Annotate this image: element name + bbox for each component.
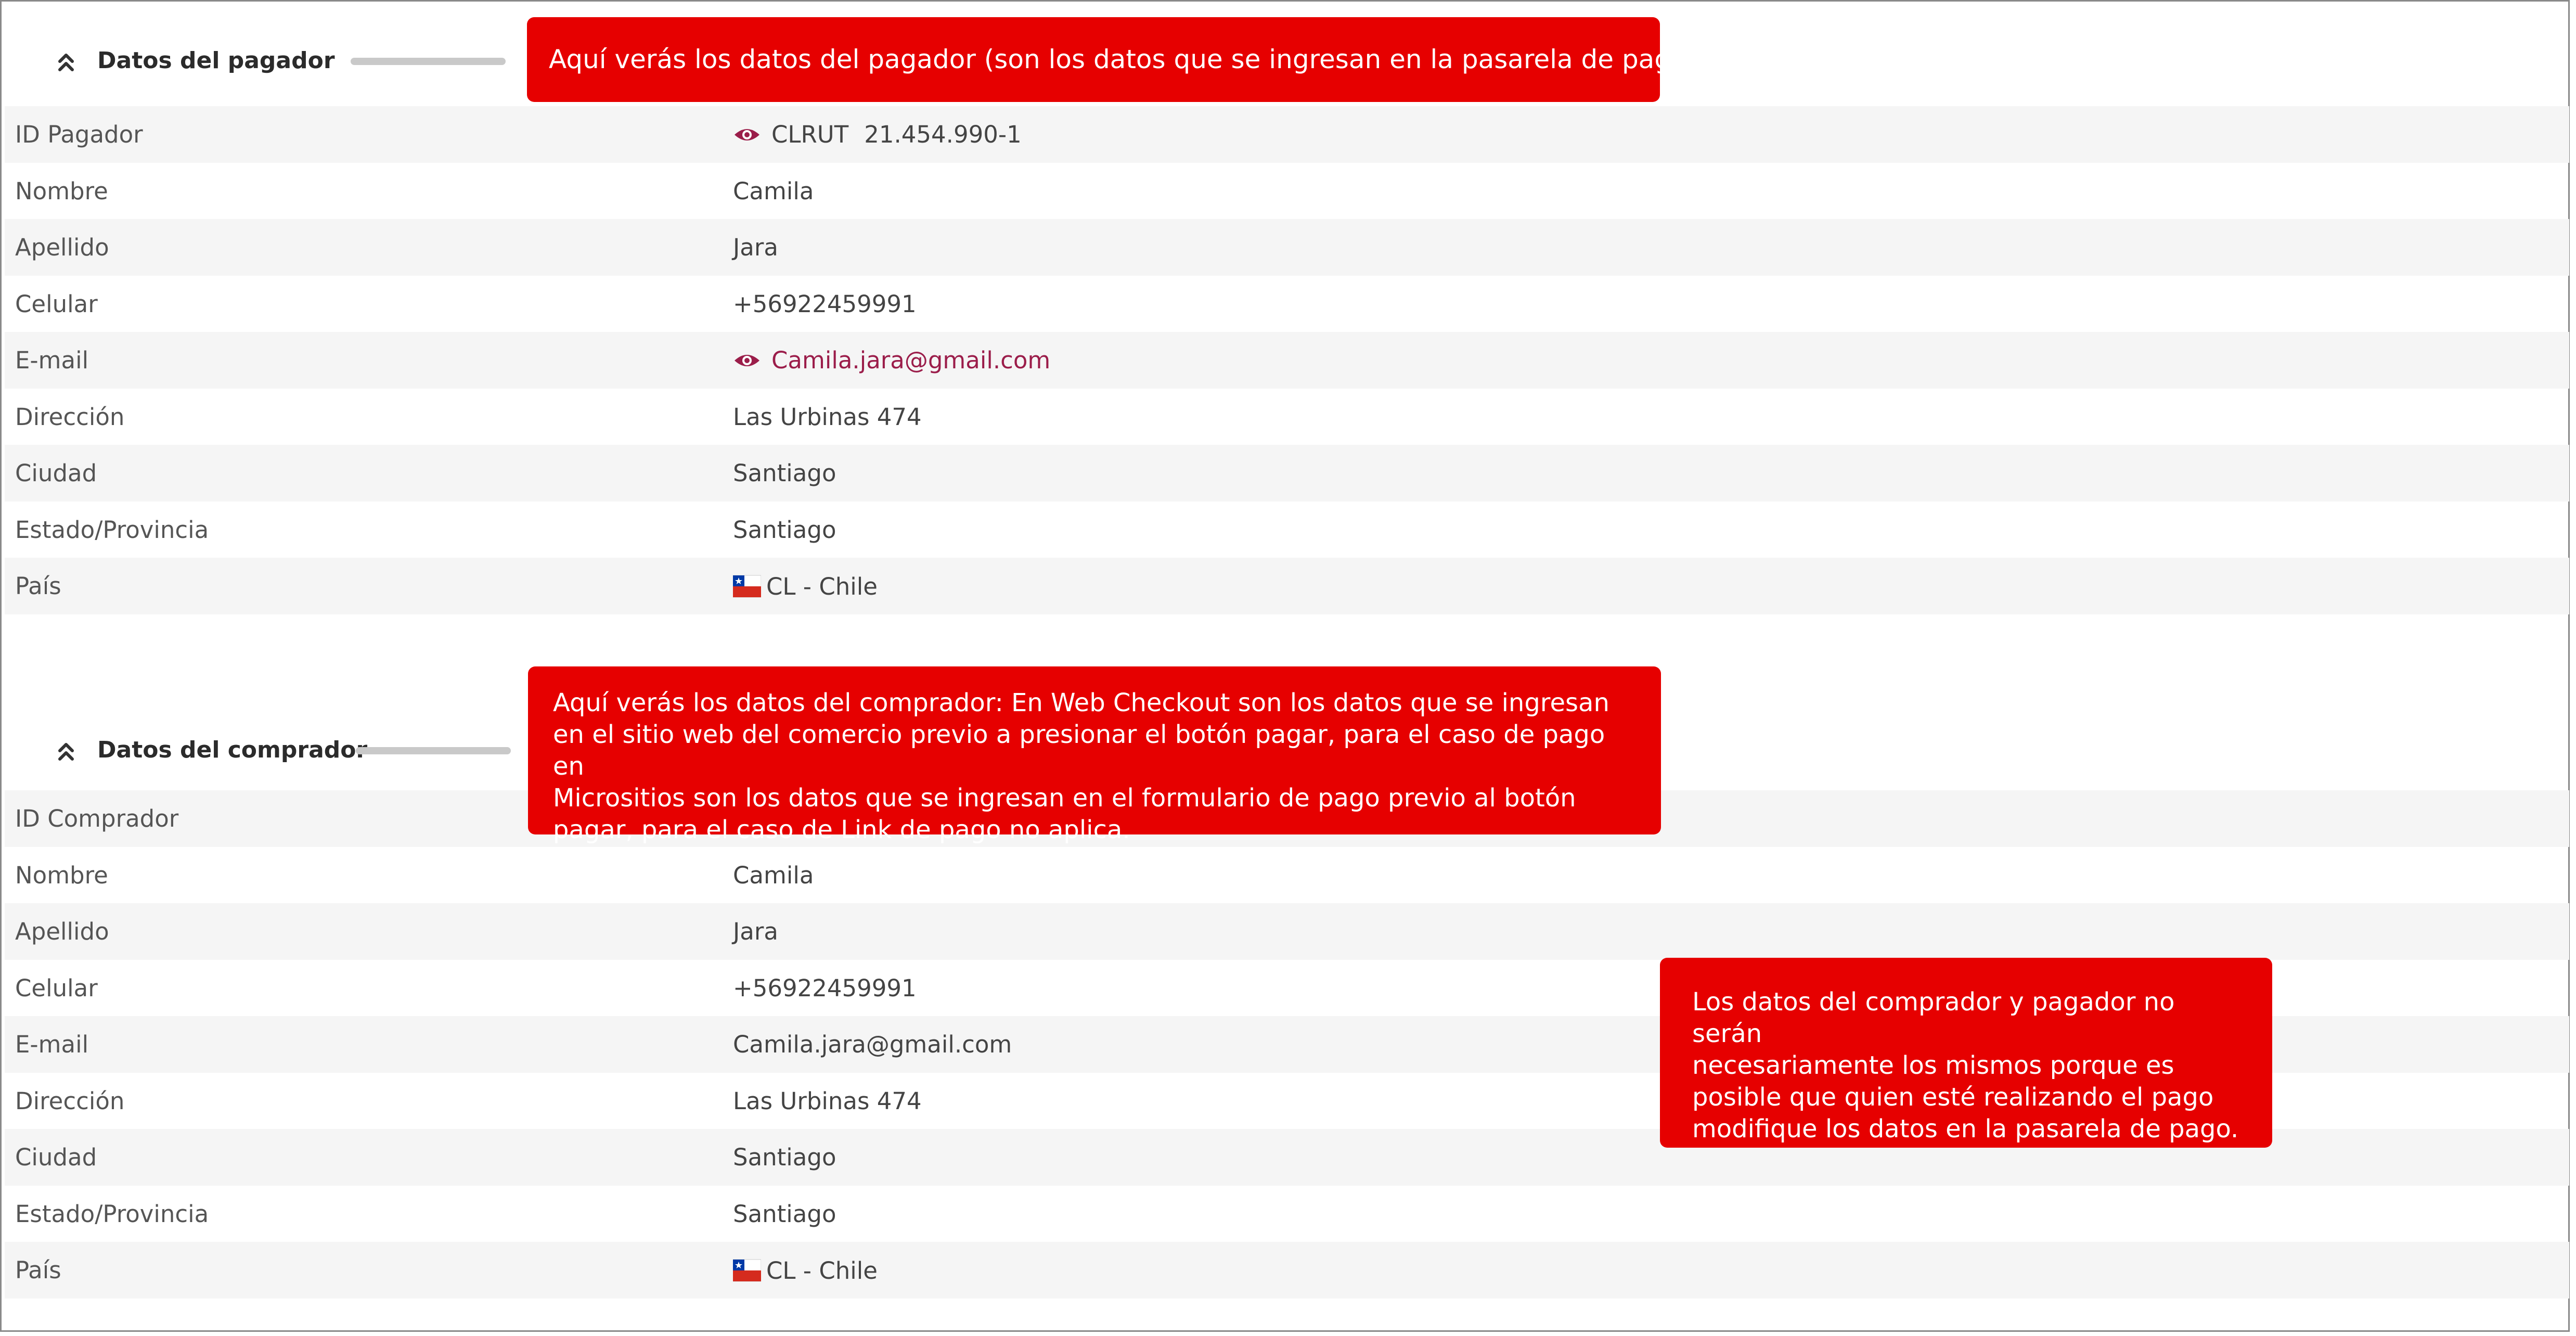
row-value: Santiago	[733, 1144, 836, 1171]
document-number: 21.454.990-1	[864, 121, 1022, 148]
payer-row-estado: Estado/Provincia Santiago	[5, 502, 2569, 558]
payer-row-ciudad: Ciudad Santiago	[5, 445, 2569, 502]
row-value: CL - Chile	[733, 1256, 878, 1284]
row-label: País	[15, 572, 61, 600]
payer-row-apellido: Apellido Jara	[5, 219, 2569, 276]
row-value: Santiago	[733, 459, 836, 487]
row-value: Las Urbinas 474	[733, 1087, 922, 1115]
page-frame: Datos del pagador ID Pagador CLRUT 21.45…	[0, 0, 2570, 1332]
payer-row-direccion: Dirección Las Urbinas 474	[5, 389, 2569, 445]
row-label: Celular	[15, 974, 98, 1002]
callout-line: Los datos del comprador y pagador no ser…	[1692, 987, 2175, 1048]
row-value: CLRUT 21.454.990-1	[733, 121, 1022, 148]
document-type: CLRUT	[771, 121, 849, 148]
row-label: Nombre	[15, 861, 108, 889]
row-label: País	[15, 1256, 61, 1284]
country-name: CL - Chile	[766, 1256, 878, 1284]
country-name: CL - Chile	[766, 572, 878, 600]
row-label: Estado/Provincia	[15, 1200, 209, 1228]
row-value: Santiago	[733, 1200, 836, 1228]
row-label: Dirección	[15, 403, 125, 431]
buyer-row-pais: País CL - Chile	[5, 1242, 2569, 1299]
callout-line: pagar, para el caso de Link de pago no a…	[553, 815, 1130, 844]
row-label: ID Comprador	[15, 805, 179, 832]
difference-callout: Los datos del comprador y pagador no ser…	[1660, 958, 2272, 1148]
buyer-row-estado: Estado/Provincia Santiago	[5, 1186, 2569, 1242]
section-divider	[351, 58, 506, 65]
callout-line: en el sitio web del comercio previo a pr…	[553, 720, 1605, 781]
row-label: Ciudad	[15, 1144, 97, 1171]
callout-line: posible que quien esté realizando el pag…	[1692, 1083, 2214, 1112]
row-value: CL - Chile	[733, 572, 878, 600]
email-link[interactable]: Camila.jara@gmail.com	[771, 346, 1050, 374]
row-label: Estado/Provincia	[15, 516, 209, 544]
row-value: Santiago	[733, 516, 836, 544]
section-divider	[356, 747, 511, 754]
collapse-chevron-icon[interactable]	[56, 740, 76, 763]
payer-row-id: ID Pagador CLRUT 21.454.990-1	[5, 106, 2569, 163]
payer-row-celular: Celular +56922459991	[5, 276, 2569, 332]
buyer-callout: Aquí verás los datos del comprador: En W…	[528, 666, 1661, 844]
row-value: Las Urbinas 474	[733, 403, 922, 431]
row-label: ID Pagador	[15, 121, 143, 148]
eye-icon[interactable]	[733, 352, 761, 369]
row-value: Jara	[733, 918, 778, 945]
callout-line: modifique los datos en la pasarela de pa…	[1692, 1114, 2239, 1144]
eye-icon[interactable]	[733, 126, 761, 144]
payer-section: Datos del pagador ID Pagador CLRUT 21.45…	[5, 22, 2569, 614]
row-label: Ciudad	[15, 459, 97, 487]
collapse-chevron-icon[interactable]	[56, 51, 76, 74]
callout-line: necesariamente los mismos porque es	[1692, 1051, 2174, 1080]
chile-flag-icon	[733, 575, 761, 598]
row-label: Celular	[15, 290, 98, 318]
payer-row-pais: País CL - Chile	[5, 558, 2569, 614]
payer-row-email: E-mail Camila.jara@gmail.com	[5, 332, 2569, 389]
buyer-section-title: Datos del comprador	[97, 737, 368, 763]
row-label: Apellido	[15, 234, 109, 261]
row-label: E-mail	[15, 346, 89, 374]
row-value: Camila.jara@gmail.com	[733, 1031, 1012, 1058]
row-value: Camila.jara@gmail.com	[733, 346, 1050, 374]
payer-row-nombre: Nombre Camila	[5, 163, 2569, 220]
row-value: Camila	[733, 177, 814, 205]
payer-callout: Aquí verás los datos del pagador (son lo…	[527, 17, 1710, 102]
row-value: +56922459991	[733, 974, 917, 1002]
payer-section-title: Datos del pagador	[97, 47, 335, 74]
row-label: Apellido	[15, 918, 109, 945]
buyer-row-nombre: Nombre Camila	[5, 847, 2569, 904]
chile-flag-icon	[733, 1259, 761, 1282]
callout-line: Micrositios son los datos que se ingresa…	[553, 783, 1576, 813]
row-value: Camila	[733, 861, 814, 889]
buyer-row-apellido: Apellido Jara	[5, 903, 2569, 960]
row-label: E-mail	[15, 1031, 89, 1058]
row-label: Nombre	[15, 177, 108, 205]
row-value: +56922459991	[733, 290, 917, 318]
row-label: Dirección	[15, 1087, 125, 1115]
row-value: Jara	[733, 234, 778, 261]
callout-line: Aquí verás los datos del comprador: En W…	[553, 688, 1609, 717]
